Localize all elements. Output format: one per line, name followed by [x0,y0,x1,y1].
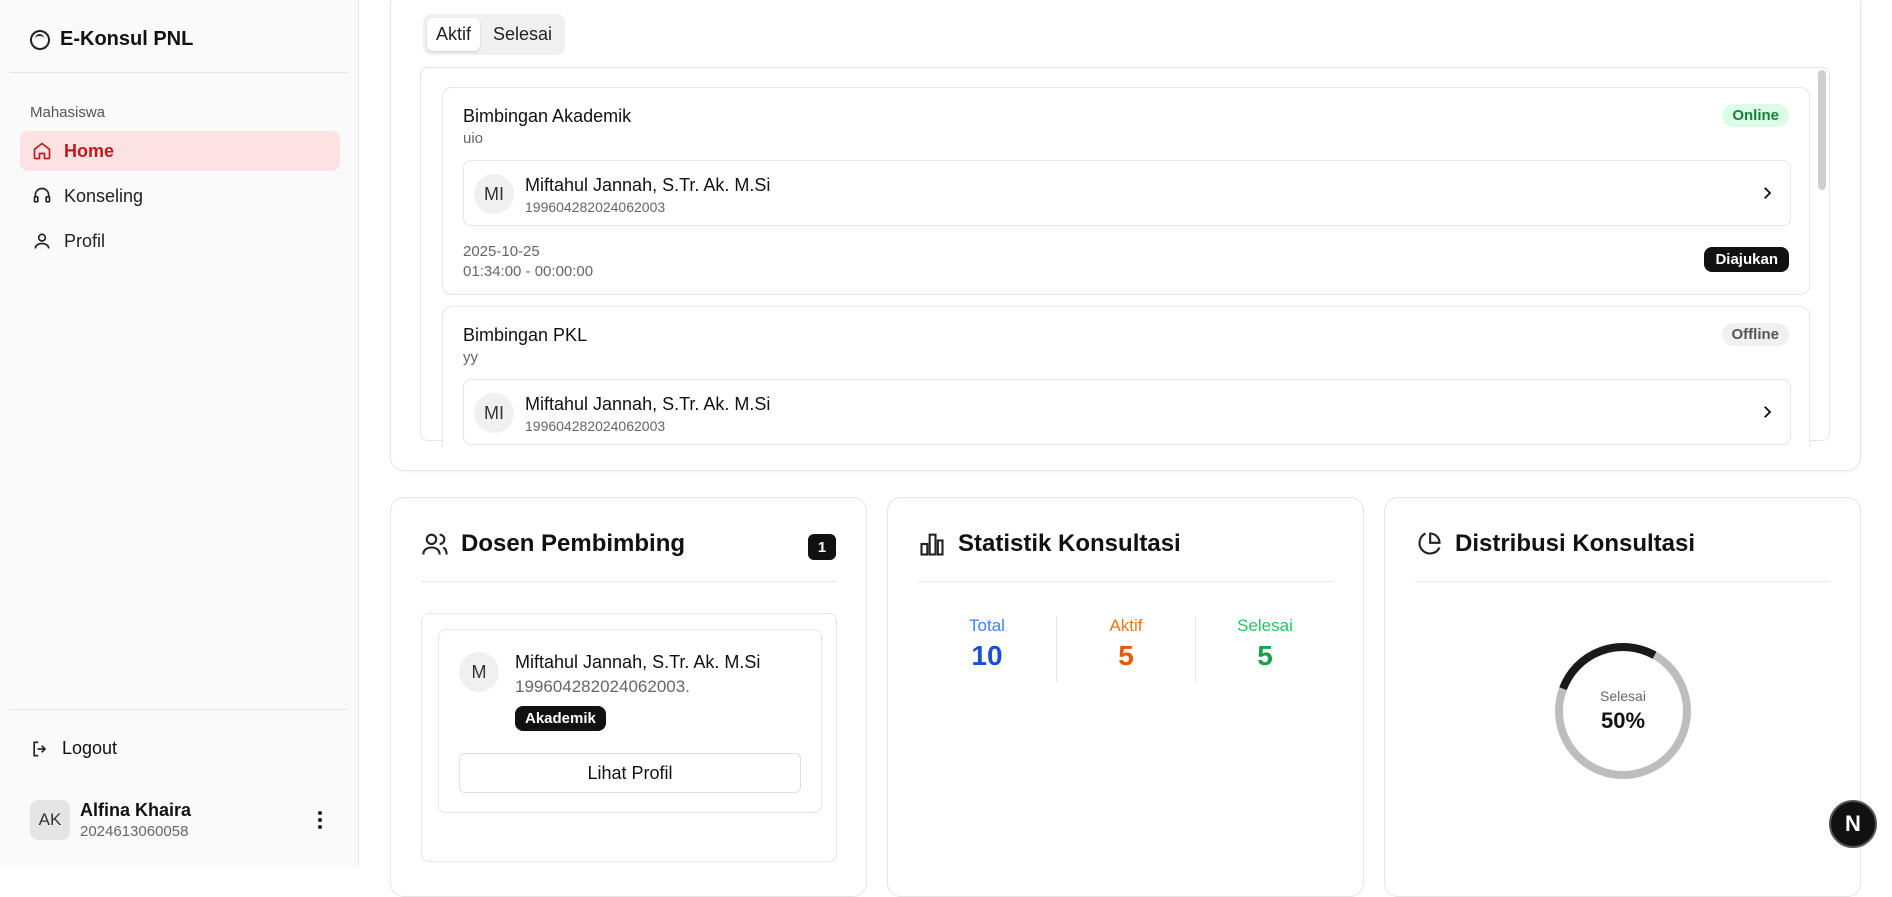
sidebar-item-profil[interactable]: Profil [20,221,340,261]
view-profile-button[interactable]: Lihat Profil [459,753,801,793]
tab-aktif[interactable]: Aktif [427,18,481,51]
card-header: Distribusi Konsultasi [1415,530,1695,558]
framework-badge-button[interactable]: N [1829,800,1877,848]
user-profile[interactable]: AK Alfina Khaira 2024613060058 [30,800,191,840]
logout-label: Logout [62,738,118,758]
lecturer-name: Miftahul Jannah, S.Tr. Ak. M.Si [525,175,771,195]
avatar: MI [474,174,514,214]
avatar: AK [30,800,70,840]
logout-icon [33,741,47,756]
supervisor-list: M Miftahul Jannah, S.Tr. Ak. M.Si 199604… [421,613,837,862]
consultation-title: Bimbingan Akademik [463,106,632,126]
sidebar-divider [10,709,348,710]
brand[interactable]: E-Konsul PNL [30,28,193,51]
brand-title: E-Konsul PNL [60,28,194,50]
chevron-right-icon [1764,187,1772,199]
card-divider [421,581,836,582]
consultation-item: Bimbingan Akademik uio Online MI Miftahu… [442,87,1810,295]
stat-value: 10 [971,640,1003,671]
donut-center: Selesai 50% [1553,641,1693,781]
count-badge: 1 [808,534,836,560]
stat-total: Total 10 [918,616,1056,682]
lecturer-name: Miftahul Jannah, S.Tr. Ak. M.Si [525,394,771,414]
donut-value: 50% [1600,708,1646,733]
lecturer-id: 199604282024062003. [515,677,690,696]
card-title: Dosen Pembimbing [461,530,686,557]
lecturer-row[interactable]: MI Miftahul Jannah, S.Tr. Ak. M.Si 19960… [463,379,1791,445]
consultation-item: Bimbingan PKL yy Offline MI Miftahul Jan… [442,306,1810,446]
stats-row: Total 10 Aktif 5 Selesai 5 [918,616,1334,682]
consultation-time: 01:34:00 - 00:00:00 [463,263,594,280]
distribution-card: Distribusi Konsultasi Selesai 50% [1384,497,1861,897]
stat-label: Selesai [1237,616,1293,635]
card-divider [1415,581,1830,582]
users-icon [422,533,448,555]
headset-icon [33,187,51,203]
card-title: Statistik Konsultasi [958,530,1181,557]
avatar: MI [474,393,514,433]
brand-logo-icon [30,29,50,50]
status-tabs: Aktif Selesai [423,14,566,55]
sidebar-item-label: Profil [64,230,106,251]
logout-button[interactable]: Logout [30,738,117,759]
supervisor-card: Dosen Pembimbing 1 M Miftahul Jannah, S.… [390,497,867,897]
card-header: Statistik Konsultasi [918,530,1181,558]
stat-label: Aktif [1109,616,1143,635]
card-divider [918,581,1333,582]
lecturer-name: Miftahul Jannah, S.Tr. Ak. M.Si [515,652,761,672]
consultation-title: Bimbingan PKL [463,325,588,345]
tab-selesai[interactable]: Selesai [484,18,561,51]
mode-badge: Offline [1721,323,1789,346]
mode-badge: Online [1722,104,1789,127]
lecturer-row[interactable]: MI Miftahul Jannah, S.Tr. Ak. M.Si 19960… [463,160,1791,226]
consultation-subtitle: yy [463,349,478,366]
donut-label: Selesai [1600,688,1646,704]
sidebar-divider [10,72,348,73]
scrollbar[interactable] [1818,70,1826,190]
lecturer-id: 199604282024062003 [525,418,666,434]
bar-chart-icon [920,533,944,556]
statistics-card: Statistik Konsultasi Total 10 Aktif 5 Se… [887,497,1364,897]
card-header: Dosen Pembimbing [421,530,685,558]
consultation-date: 2025-10-25 [463,243,540,260]
consultation-schedule: 2025-10-25 01:34:00 - 00:00:00 [463,242,593,282]
sidebar-item-konseling[interactable]: Konseling [20,176,340,216]
user-icon [34,233,50,249]
pie-chart-icon [1418,532,1441,555]
stat-value: 5 [1257,640,1273,671]
user-nim: 2024613060058 [80,823,189,840]
sidebar-group-label: Mahasiswa [30,104,106,121]
lecturer-id: 199604282024062003 [525,199,666,215]
chevron-right-icon [1764,406,1772,418]
avatar: M [459,652,499,692]
sidebar-item-label: Home [64,140,115,161]
more-vertical-icon[interactable] [310,808,330,832]
stat-aktif: Aktif 5 [1056,616,1195,682]
sidebar-item-label: Konseling [64,185,144,206]
sidebar-item-home[interactable]: Home [20,131,340,171]
sidebar: E-Konsul PNL Mahasiswa Home Konseling Pr… [0,0,359,867]
supervisor-item: M Miftahul Jannah, S.Tr. Ak. M.Si 199604… [438,629,822,813]
card-title: Distribusi Konsultasi [1455,530,1696,557]
stat-selesai: Selesai 5 [1195,616,1334,682]
category-badge: Akademik [515,706,606,731]
consultation-subtitle: uio [463,130,484,147]
stat-label: Total [969,616,1005,635]
user-name: Alfina Khaira [80,800,192,820]
status-badge: Diajukan [1704,247,1789,272]
stat-value: 5 [1118,640,1134,671]
home-icon [33,142,51,160]
